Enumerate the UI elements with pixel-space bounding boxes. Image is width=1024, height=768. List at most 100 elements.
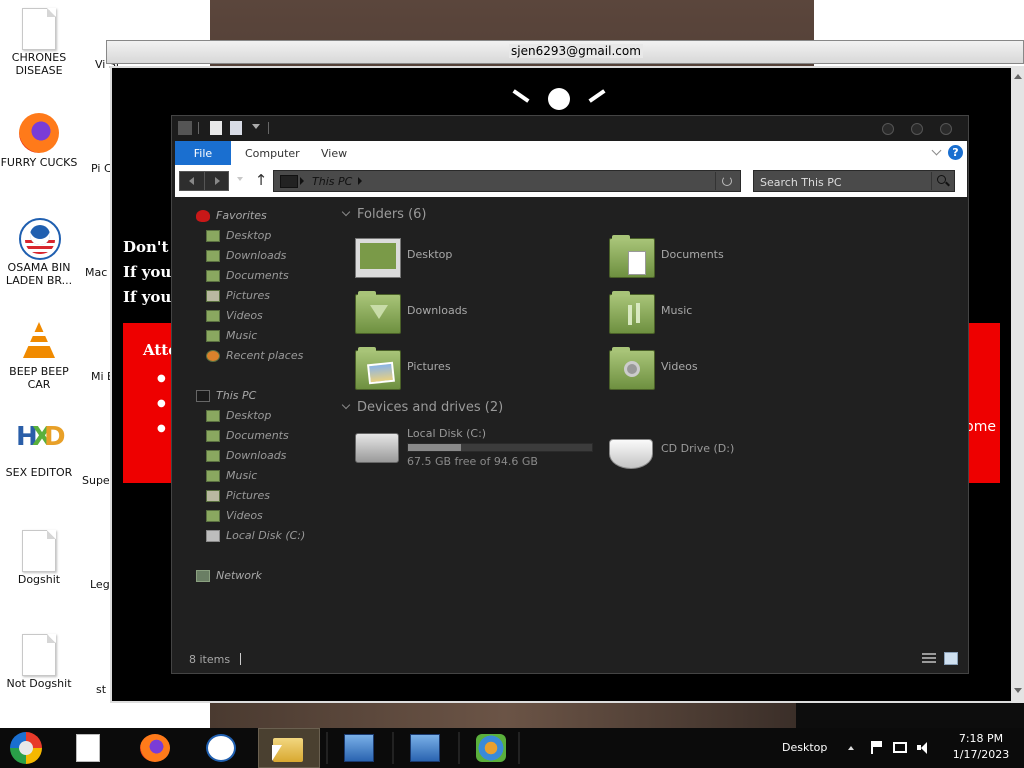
taskbar: Desktop 7:18 PM 1/17/2023	[0, 728, 1024, 768]
folder-label: Downloads	[407, 304, 468, 317]
drives-group-header[interactable]: Devices and drives (2)	[341, 397, 503, 419]
breadcrumb-this-pc[interactable]: This PC	[312, 175, 352, 188]
downloads-folder-icon	[206, 450, 220, 462]
drive-label: CD Drive (D:)	[661, 442, 735, 455]
nav-label: Downloads	[226, 449, 287, 462]
breadcrumb-chevron-icon[interactable]	[300, 177, 304, 185]
help-icon[interactable]: ?	[948, 145, 963, 160]
documents-folder-icon	[609, 235, 655, 278]
folder-label: Pictures	[407, 360, 451, 373]
desktop-icon-not-dogshit[interactable]: Not Dogshit	[0, 634, 78, 690]
folder-label: Videos	[661, 360, 698, 373]
videos-folder-icon	[206, 510, 220, 522]
breadcrumb-chevron-icon[interactable]	[358, 177, 362, 185]
large-icons-view-icon[interactable]	[944, 652, 958, 665]
taskbar-item-network-gears[interactable]	[462, 728, 520, 768]
explorer-titlebar[interactable]	[172, 116, 968, 141]
maximize-button[interactable]	[911, 123, 923, 135]
taskbar-item-setup-1[interactable]	[330, 728, 388, 768]
obama-logo-icon	[206, 734, 236, 762]
folder-tile-music[interactable]: Music	[609, 291, 849, 338]
network-setup-icon	[410, 734, 440, 762]
desktop-icon-label: Supe	[82, 474, 110, 487]
ransom-window-titlebar[interactable]: sjen6293@gmail.com	[106, 40, 1024, 64]
music-folder-icon	[206, 330, 220, 342]
obama-logo-icon	[19, 218, 61, 260]
taskbar-item-obama[interactable]	[192, 728, 250, 768]
address-bar[interactable]: This PC	[273, 170, 741, 192]
drive-local-disk-c[interactable]: Local Disk (C:) 67.5 GB free of 94.6 GB	[355, 427, 595, 477]
content-pane: Folders (6) Desktop Documents Downloads …	[337, 197, 962, 637]
document-icon	[76, 734, 100, 762]
volume-icon[interactable]	[917, 741, 931, 754]
search-icon[interactable]	[931, 172, 952, 190]
refresh-icon[interactable]	[715, 172, 738, 190]
expand-ribbon-chevron-icon[interactable]	[931, 145, 942, 156]
ransom-scrollbar[interactable]	[1011, 66, 1024, 703]
quick-access-dropdown-icon[interactable]	[252, 124, 260, 129]
show-hidden-icons-arrow-icon[interactable]	[848, 746, 854, 750]
desktop-icon-label: Not Dogshit	[6, 677, 72, 690]
divider	[392, 732, 394, 764]
warning-text-fragment: ome	[965, 419, 996, 435]
nav-label: Recent places	[226, 349, 304, 362]
videos-folder-icon	[609, 347, 655, 390]
taskbar-item-file-explorer[interactable]	[258, 728, 320, 768]
taskbar-item-firefox[interactable]	[126, 728, 184, 768]
desktop-icon-beep-beep-car[interactable]: BEEP BEEP CAR	[0, 322, 78, 391]
tab-computer[interactable]: Computer	[245, 141, 300, 165]
taskbar-item-document[interactable]	[58, 728, 116, 768]
desktop-icon-chrones-disease[interactable]: CHRONES DISEASE	[0, 8, 78, 77]
documents-folder-icon	[206, 270, 220, 282]
desktop-icon-furry-cucks[interactable]: FURRY CUCKS	[0, 113, 78, 169]
network-status-icon[interactable]	[893, 742, 907, 753]
up-arrow-icon[interactable]: ↑	[253, 169, 269, 191]
explorer-app-icon[interactable]	[178, 121, 192, 135]
pictures-folder-icon	[206, 290, 220, 302]
nav-label: Documents	[226, 429, 289, 442]
minimize-button[interactable]	[882, 123, 894, 135]
forward-button[interactable]	[205, 172, 229, 190]
scroll-up-arrow-icon[interactable]	[1014, 74, 1022, 79]
divider	[518, 732, 520, 764]
folder-tile-desktop[interactable]: Desktop	[355, 236, 595, 282]
desktop-icon-label: Dogshit	[17, 573, 61, 586]
nav-label: Local Disk (C:)	[226, 529, 306, 542]
folder-tile-downloads[interactable]: Downloads	[355, 291, 595, 338]
folders-group-header[interactable]: Folders (6)	[341, 204, 427, 226]
desktop-toolbar-label[interactable]: Desktop	[782, 741, 827, 754]
properties-icon[interactable]	[210, 121, 222, 135]
divider	[268, 122, 269, 134]
bullet-icon: ●	[157, 423, 166, 434]
desktop-icon-osama[interactable]: OSAMA BIN LADEN BR...	[0, 218, 78, 287]
back-button[interactable]	[180, 172, 205, 190]
folder-tile-pictures[interactable]: Pictures	[355, 347, 595, 394]
back-forward-group	[179, 171, 229, 191]
details-view-icon[interactable]	[922, 653, 936, 665]
firefox-icon	[19, 113, 59, 153]
desktop-icon-dogshit[interactable]: Dogshit	[0, 530, 78, 586]
desktop-icon-label: CHRONES DISEASE	[11, 51, 67, 77]
drive-cd-d[interactable]: CD Drive (D:)	[609, 433, 849, 483]
desktop-icon-sex-editor[interactable]: HXD SEX EDITOR	[0, 424, 78, 479]
tab-view[interactable]: View	[321, 141, 347, 165]
folder-tile-videos[interactable]: Videos	[609, 347, 849, 394]
scroll-down-arrow-icon[interactable]	[1014, 688, 1022, 693]
action-center-flag-icon[interactable]	[870, 741, 884, 754]
network-gears-icon	[476, 734, 506, 762]
tab-file[interactable]: File	[175, 141, 231, 165]
taskbar-item-setup-2[interactable]	[396, 728, 454, 768]
system-clock[interactable]: 7:18 PM 1/17/2023	[946, 731, 1016, 763]
search-input[interactable]	[758, 173, 930, 191]
recent-locations-dropdown-icon[interactable]	[237, 177, 243, 181]
downloads-folder-icon	[355, 291, 401, 334]
close-button[interactable]	[940, 123, 952, 135]
clock-date: 1/17/2023	[952, 748, 1010, 761]
search-box[interactable]	[753, 170, 955, 192]
start-button[interactable]	[0, 728, 58, 768]
nav-label: This PC	[216, 389, 257, 402]
desktop-icon-partial[interactable]: Supe	[82, 474, 110, 487]
nav-label: Desktop	[226, 409, 272, 422]
folder-tile-documents[interactable]: Documents	[609, 235, 849, 282]
new-folder-icon[interactable]	[230, 121, 242, 135]
